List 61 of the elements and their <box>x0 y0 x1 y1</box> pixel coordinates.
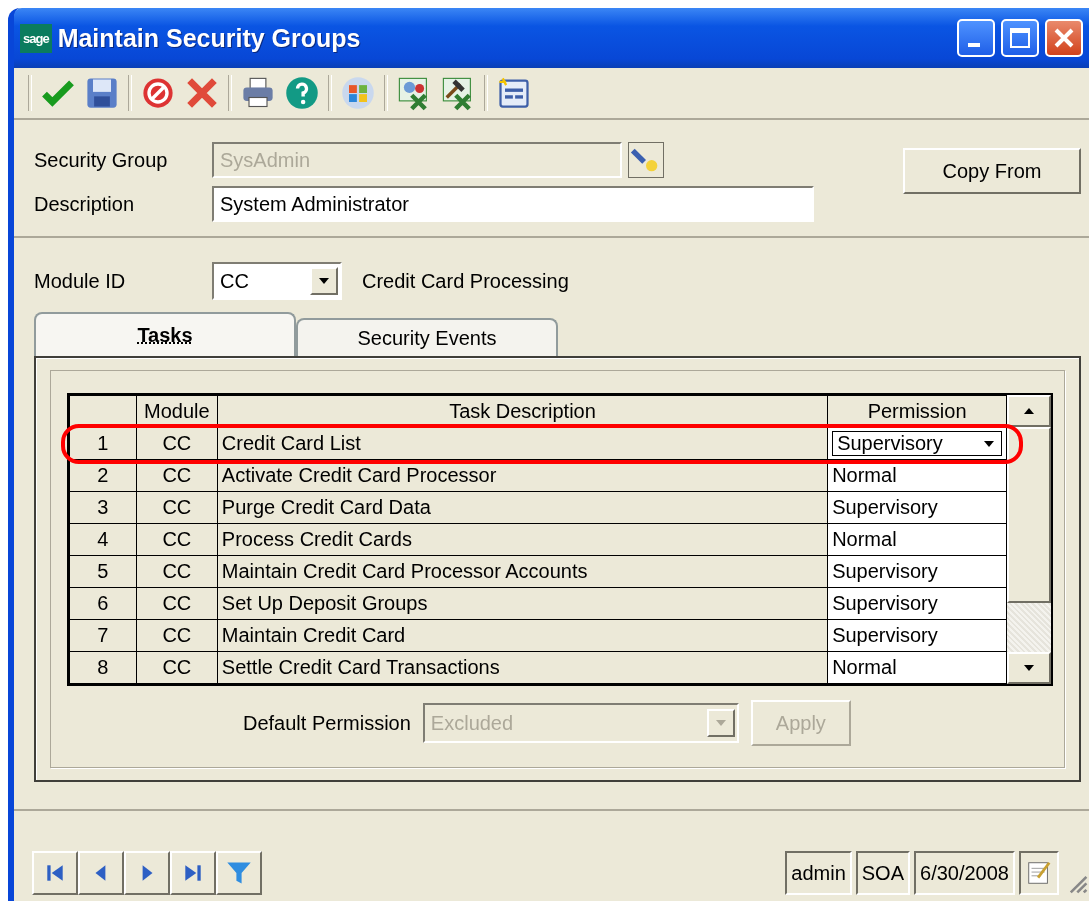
status-panel: 6/30/2008 <box>914 851 1015 895</box>
table-cell: Supervisory <box>827 491 1007 524</box>
last-icon <box>182 862 204 884</box>
row-number: 1 <box>69 427 137 460</box>
maximize-button[interactable] <box>1001 19 1039 57</box>
previous-record-button[interactable] <box>78 851 124 895</box>
last-record-button[interactable] <box>170 851 216 895</box>
status-panel: admin <box>785 851 852 895</box>
filter-button[interactable] <box>216 851 262 895</box>
description-field[interactable]: System Administrator <box>212 186 814 222</box>
copy-from-button[interactable]: Copy From <box>903 148 1081 194</box>
table-cell: CC <box>136 555 218 588</box>
tab[interactable]: Security Events <box>296 318 558 356</box>
field-label: Module ID <box>34 269 127 293</box>
field-label: Description <box>34 192 136 216</box>
table-cell: Maintain Credit Card Processor Accounts <box>217 555 828 588</box>
row-number: 6 <box>69 587 137 620</box>
tab[interactable]: Tasks <box>34 312 296 356</box>
colored-globe-icon[interactable] <box>340 75 376 111</box>
table-cell: Supervisory <box>827 619 1007 652</box>
permission-dropdown[interactable]: Supervisory <box>832 431 1003 456</box>
table-cell: Normal <box>827 523 1007 556</box>
table-cell: CC <box>136 523 218 556</box>
form-icon[interactable] <box>496 75 532 111</box>
first-icon <box>44 862 66 884</box>
first-record-button[interactable] <box>32 851 78 895</box>
table-cell: CC <box>136 427 218 460</box>
table-cell: Maintain Credit Card <box>217 619 828 652</box>
table-cell: Supervisory <box>827 555 1007 588</box>
table-cell: Settle Credit Card Transactions <box>217 651 828 684</box>
table-cell: Set Up Deposit Groups <box>217 587 828 620</box>
row-number: 7 <box>69 619 137 652</box>
table-cell: Supervisory <box>827 587 1007 620</box>
row-number: 8 <box>69 651 137 684</box>
save-icon[interactable] <box>84 75 120 111</box>
row-number: 4 <box>69 523 137 556</box>
field-label: Security Group <box>34 148 169 172</box>
row-number: 5 <box>69 555 137 588</box>
close-button[interactable] <box>1045 19 1083 57</box>
row-number: 3 <box>69 491 137 524</box>
module-dropdown[interactable]: CC <box>212 262 342 300</box>
lookup-button[interactable] <box>628 142 664 178</box>
field-label: Default Permission <box>243 711 411 735</box>
cancel-icon[interactable] <box>140 75 176 111</box>
table-cell: Normal <box>827 651 1007 684</box>
app-logo: sage <box>20 23 52 53</box>
notepad-icon[interactable] <box>1019 851 1059 895</box>
table-cell: Credit Card List <box>217 427 828 460</box>
filter-icon <box>226 860 252 886</box>
table-cell: Purge Credit Card Data <box>217 491 828 524</box>
status-panel: SOA <box>855 851 910 895</box>
table-cell: Process Credit Cards <box>217 523 828 556</box>
module-name: Credit Card Processing <box>362 269 569 293</box>
table-cell: CC <box>136 619 218 652</box>
next-record-button[interactable] <box>124 851 170 895</box>
table-cell: CC <box>136 587 218 620</box>
window-title: Maintain Security Groups <box>57 23 362 53</box>
minimize-button[interactable] <box>957 19 995 57</box>
help-icon[interactable] <box>284 75 320 111</box>
table-cell: CC <box>136 651 218 684</box>
table-cell: CC <box>136 491 218 524</box>
